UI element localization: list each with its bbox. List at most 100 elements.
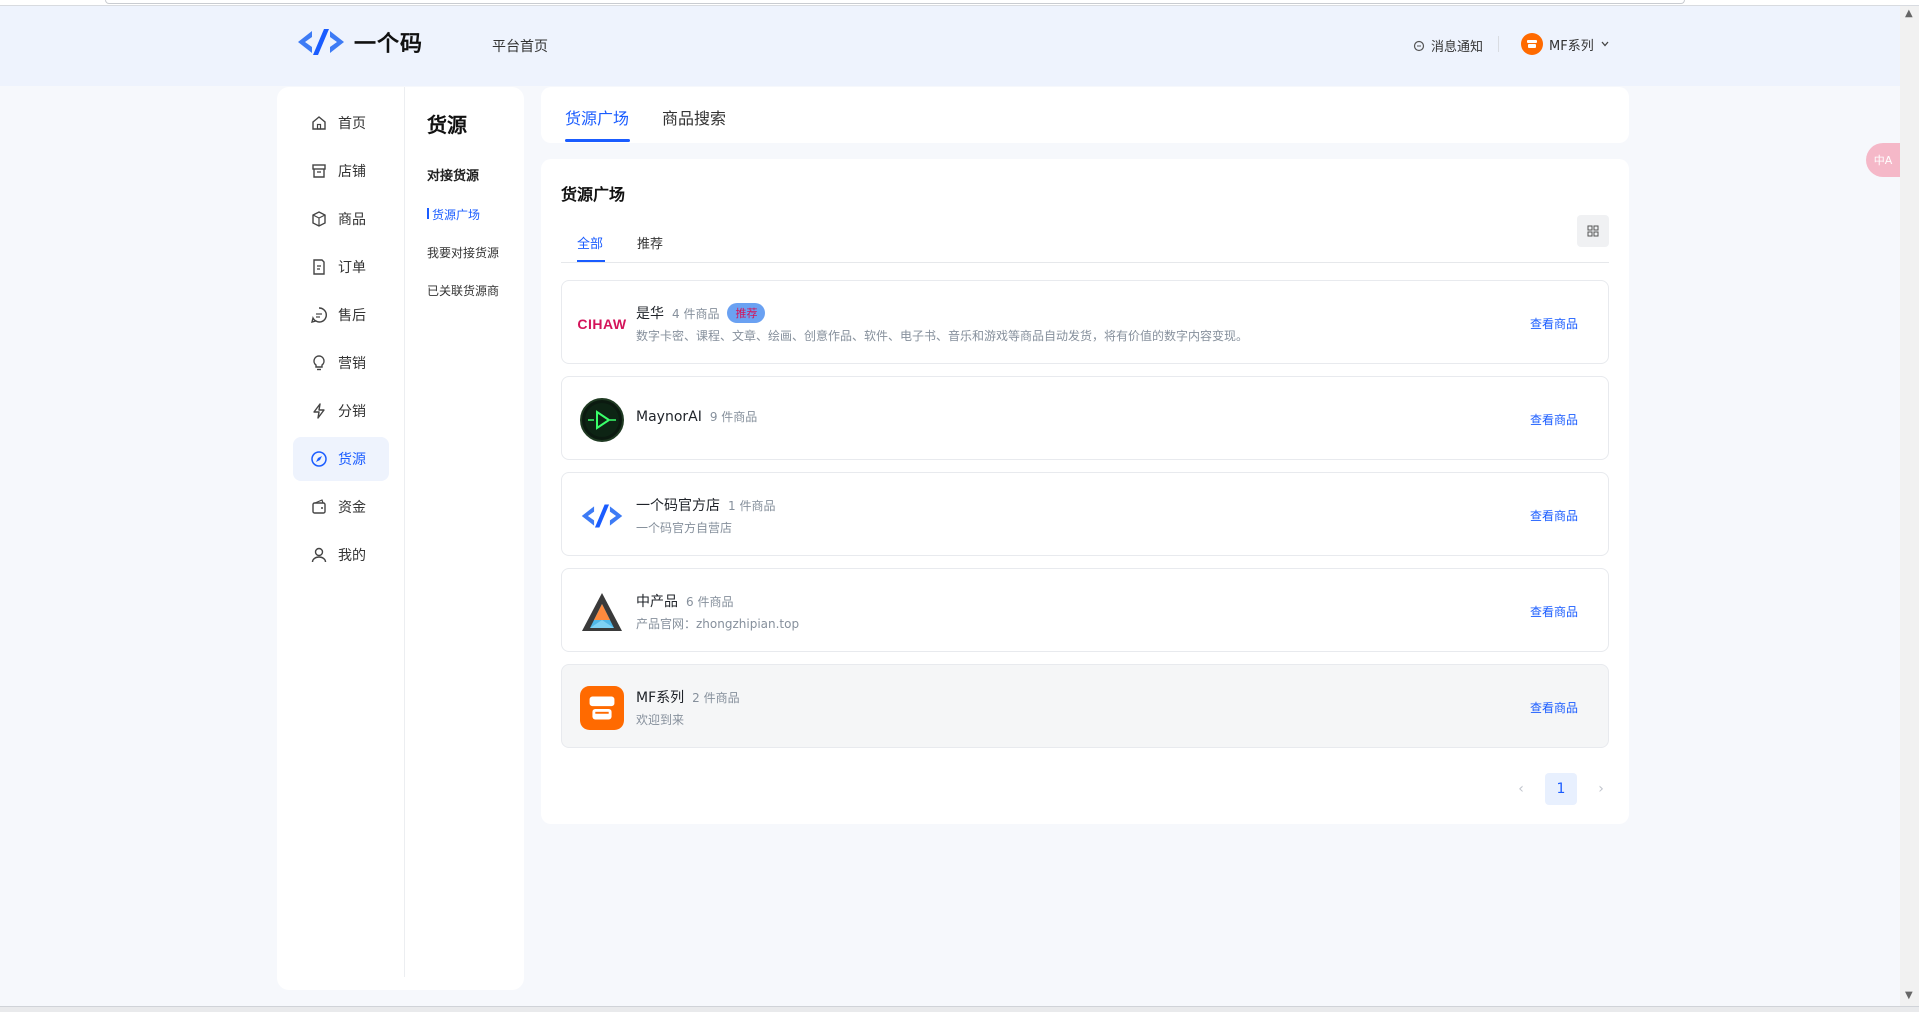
- sidebar-item-distribution[interactable]: 分销: [293, 389, 389, 433]
- store-icon: [312, 164, 326, 178]
- sidebar-item-store[interactable]: 店铺: [293, 149, 389, 193]
- app-logo[interactable]: 一个码: [296, 26, 423, 58]
- sidebar-item-label: 我的: [338, 548, 366, 564]
- supplier-name: 一个码官方店: [636, 498, 720, 514]
- supplier-card[interactable]: 一个码官方店 1 件商品 一个码官方自营店 查看商品: [561, 472, 1609, 556]
- supplier-product-count: 1 件商品: [728, 498, 776, 513]
- user-name: MF系列: [1549, 38, 1594, 54]
- supplier-header: MF系列 2 件商品: [636, 687, 740, 707]
- sidebar-item-label: 订单: [338, 260, 366, 276]
- sidebar: 首页 店铺 商品 订单 售后 营销 分销 货源 资金 我的 货源 对接货源 货源…: [277, 87, 524, 990]
- tab-recommended[interactable]: 推荐: [637, 233, 663, 252]
- sidebar-item-label: 资金: [338, 500, 366, 516]
- compass-icon: [311, 451, 327, 467]
- view-products-button[interactable]: 查看商品: [1530, 699, 1578, 716]
- supplier-product-count: 6 件商品: [686, 594, 734, 609]
- next-page-button[interactable]: ›: [1593, 781, 1609, 797]
- view-products-button[interactable]: 查看商品: [1530, 603, 1578, 620]
- header-divider: [1498, 36, 1499, 52]
- tab-product-search[interactable]: 商品搜索: [662, 105, 726, 129]
- tab-supply-plaza[interactable]: 货源广场: [565, 105, 629, 129]
- scroll-down-icon[interactable]: ▼: [1905, 990, 1913, 1001]
- subnav-item-supply-plaza[interactable]: 货源广场: [427, 206, 480, 223]
- supplier-name: MaynorAI: [636, 408, 702, 425]
- home-icon: [312, 116, 326, 130]
- grid-view-button[interactable]: [1577, 215, 1609, 247]
- store-logo-icon: [1527, 40, 1537, 48]
- sidebar-item-supply[interactable]: 货源: [293, 437, 389, 481]
- sidebar-item-funds[interactable]: 资金: [293, 485, 389, 529]
- sidebar-item-label: 货源: [338, 452, 366, 468]
- supplier-header: 是华 4 件商品 推荐: [636, 303, 766, 323]
- active-tab-indicator: [565, 139, 630, 142]
- maynor-ai-logo-icon: [580, 398, 624, 442]
- top-header: 一个码 平台首页 消息通知 MF系列: [0, 6, 1900, 86]
- supplier-logo: [580, 590, 624, 634]
- code-logo-icon: [298, 29, 344, 55]
- supplier-header: MaynorAI 9 件商品: [636, 408, 757, 425]
- supplier-product-count: 4 件商品: [672, 306, 720, 321]
- supplier-logo: [580, 686, 624, 730]
- wallet-icon: [312, 499, 326, 514]
- supplier-card[interactable]: 中产品 6 件商品 产品官网：zhongzhipian.top 查看商品: [561, 568, 1609, 652]
- notification-button[interactable]: 消息通知: [1413, 36, 1483, 55]
- bulb-icon: [313, 355, 325, 371]
- sidebar-item-label: 分销: [338, 404, 366, 420]
- after-sale-icon: [311, 307, 327, 323]
- supplier-logo: [580, 398, 624, 442]
- nav-divider: [404, 87, 405, 977]
- window-bottom-edge: [0, 1006, 1919, 1012]
- recommend-badge: 推荐: [727, 303, 766, 323]
- triangle-logo-icon: [582, 593, 622, 631]
- main-tabs: 货源广场 商品搜索: [541, 87, 1629, 143]
- supplier-list: CIHAW 是华 4 件商品 推荐 数字卡密、课程、文章、绘画、创意作品、软件、…: [561, 280, 1609, 760]
- supplier-logo-text: CIHAW: [577, 316, 627, 332]
- sidebar-item-mine[interactable]: 我的: [293, 533, 389, 577]
- order-icon: [313, 259, 325, 275]
- supplier-name: 中产品: [636, 594, 678, 610]
- sidebar-item-label: 商品: [338, 212, 366, 228]
- supplier-header: 一个码官方店 1 件商品: [636, 495, 775, 515]
- supplier-logo: [580, 494, 624, 538]
- section-title: 货源: [427, 113, 467, 137]
- platform-home-link[interactable]: 平台首页: [492, 36, 548, 56]
- message-icon: [1413, 40, 1425, 51]
- supplier-card[interactable]: CIHAW 是华 4 件商品 推荐 数字卡密、课程、文章、绘画、创意作品、软件、…: [561, 280, 1609, 364]
- box-icon: [312, 211, 326, 227]
- filter-tabs: 全部 推荐: [561, 215, 1609, 263]
- supplier-product-count: 9 件商品: [709, 410, 758, 424]
- lightning-icon: [313, 403, 325, 419]
- user-menu[interactable]: MF系列: [1521, 33, 1610, 55]
- view-products-button[interactable]: 查看商品: [1530, 315, 1578, 332]
- scroll-up-icon[interactable]: ▲: [1905, 8, 1913, 19]
- sidebar-item-marketing[interactable]: 营销: [293, 341, 389, 385]
- pagination: ‹ 1 ›: [1513, 773, 1609, 805]
- tab-all[interactable]: 全部: [577, 233, 603, 252]
- code-logo-icon: [581, 504, 623, 528]
- supplier-card[interactable]: MaynorAI 9 件商品 查看商品: [561, 376, 1609, 460]
- view-products-button[interactable]: 查看商品: [1530, 411, 1578, 428]
- subnav-item-linked-suppliers[interactable]: 已关联货源商: [427, 282, 499, 299]
- supplier-header: 中产品 6 件商品: [636, 591, 733, 611]
- sidebar-item-home[interactable]: 首页: [293, 101, 389, 145]
- sidebar-item-goods[interactable]: 商品: [293, 197, 389, 241]
- nav-group-label: 对接货源: [427, 169, 480, 184]
- sidebar-item-after-sale[interactable]: 售后: [293, 293, 389, 337]
- view-products-button[interactable]: 查看商品: [1530, 507, 1578, 524]
- supplier-description: 产品官网：zhongzhipian.top: [636, 617, 800, 631]
- page-scrollbar[interactable]: [1900, 6, 1919, 1006]
- supplier-card[interactable]: MF系列 2 件商品 欢迎到来 查看商品: [561, 664, 1609, 748]
- supplier-description: 数字卡密、课程、文章、绘画、创意作品、软件、电子书、音乐和游戏等商品自动发货，将…: [636, 329, 1249, 343]
- active-subtab-indicator: [577, 260, 605, 262]
- primary-nav: 首页 店铺 商品 订单 售后 营销 分销 货源 资金 我的: [293, 101, 389, 581]
- logo-text: 一个码: [354, 32, 424, 57]
- sidebar-item-label: 首页: [338, 116, 366, 132]
- sidebar-item-label: 售后: [338, 308, 366, 324]
- sidebar-item-label: 营销: [338, 356, 366, 372]
- page-number-button[interactable]: 1: [1545, 773, 1577, 805]
- prev-page-button[interactable]: ‹: [1513, 781, 1529, 797]
- translate-widget-button[interactable]: 中A: [1866, 143, 1900, 177]
- sidebar-item-orders[interactable]: 订单: [293, 245, 389, 289]
- subnav-item-connect-supply[interactable]: 我要对接货源: [427, 244, 499, 261]
- content-panel: 货源广场 全部 推荐 CIHAW 是华 4 件商品 推荐 数字卡密、课程、文章、…: [541, 159, 1629, 824]
